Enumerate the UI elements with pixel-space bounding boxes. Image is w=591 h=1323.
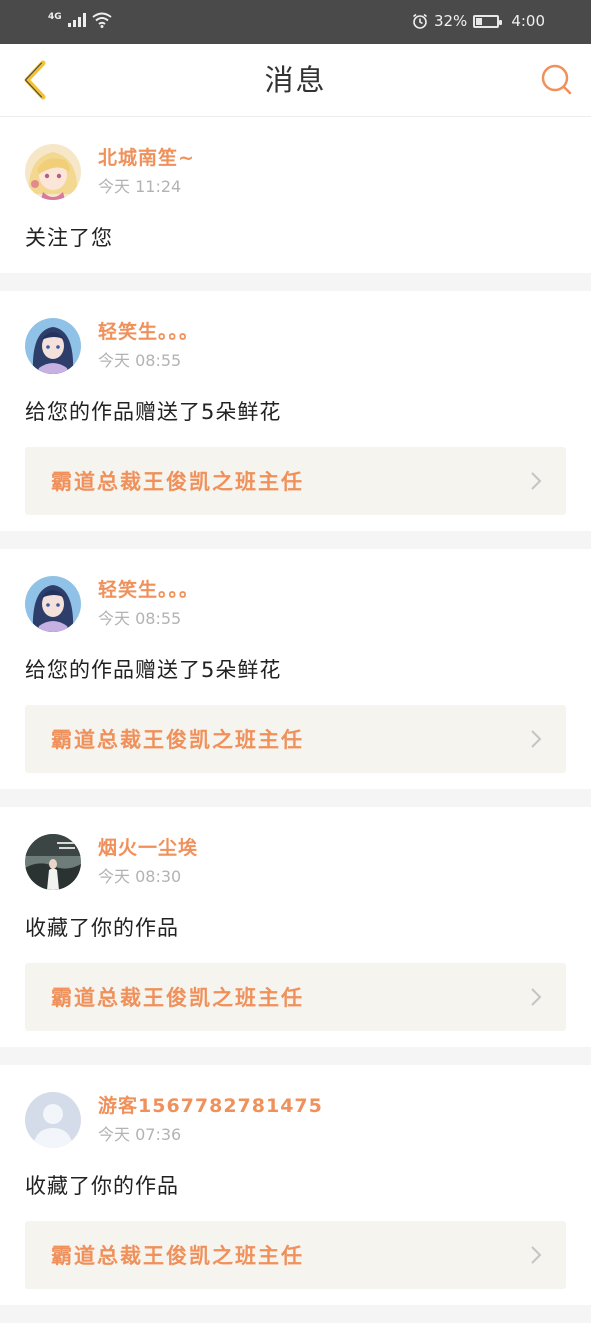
message-card[interactable]: 轻笑生。。。 今天 08:55 给您的作品赠送了5朵鲜花 霸道总裁王俊凯之班主任 <box>0 549 591 789</box>
action-text: 关注了您 <box>25 226 113 250</box>
photo-avatar[interactable] <box>25 834 81 890</box>
anime-girl-blue-avatar[interactable] <box>25 576 81 632</box>
battery-level <box>476 17 483 25</box>
nav-bar: 消息 <box>0 44 591 117</box>
anime-girl-blue-avatar[interactable] <box>25 318 81 374</box>
timestamp: 今天 07:36 <box>98 1125 182 1144</box>
message-meta: 烟火一尘埃 今天 08:30 <box>98 836 198 888</box>
message-header: 北城南笙~ 今天 11:24 <box>25 143 566 201</box>
username[interactable]: 轻笑生。。。 <box>98 578 199 602</box>
battery-percent: 32% <box>433 12 468 30</box>
timestamp: 今天 08:55 <box>98 351 182 370</box>
timestamp: 今天 08:55 <box>98 609 182 628</box>
work-link[interactable]: 霸道总裁王俊凯之班主任 <box>25 1221 566 1289</box>
action-text: 给您的作品赠送了5朵鲜花 <box>25 400 282 424</box>
status-left: 4G <box>48 12 112 28</box>
page-title: 消息 <box>264 63 327 97</box>
action-text: 收藏了你的作品 <box>25 916 179 940</box>
message-card[interactable]: 北城南笙~ 今天 11:24 关注了您 <box>0 117 591 273</box>
timestamp: 今天 08:30 <box>98 867 182 886</box>
work-title: 霸道总裁王俊凯之班主任 <box>51 728 304 752</box>
alarm-icon <box>412 13 427 29</box>
work-title: 霸道总裁王俊凯之班主任 <box>51 986 304 1010</box>
network-type: 4G <box>48 11 62 22</box>
timestamp: 今天 11:24 <box>98 177 182 196</box>
clock: 4:00 <box>511 12 545 30</box>
action-text: 收藏了你的作品 <box>25 1174 179 1198</box>
message-card[interactable]: 烟火一尘埃 今天 08:30 收藏了你的作品 霸道总裁王俊凯之班主任 <box>0 807 591 1047</box>
default-user-avatar[interactable] <box>25 1092 81 1148</box>
search-button[interactable] <box>535 58 579 102</box>
chevron-right-icon <box>531 472 542 490</box>
work-link[interactable]: 霸道总裁王俊凯之班主任 <box>25 963 566 1031</box>
status-right: 32% 4:00 <box>412 12 545 30</box>
chevron-right-icon <box>531 988 542 1006</box>
username[interactable]: 北城南笙~ <box>98 146 195 170</box>
message-header: 游客1567782781475 今天 07:36 <box>25 1091 566 1149</box>
message-header: 烟火一尘埃 今天 08:30 <box>25 833 566 891</box>
work-link[interactable]: 霸道总裁王俊凯之班主任 <box>25 705 566 773</box>
message-card[interactable]: 游客1567782781475 今天 07:36 收藏了你的作品 霸道总裁王俊凯… <box>0 1065 591 1305</box>
chevron-right-icon <box>531 1246 542 1264</box>
action-text: 给您的作品赠送了5朵鲜花 <box>25 658 282 682</box>
message-meta: 轻笑生。。。 今天 08:55 <box>98 578 199 630</box>
work-title: 霸道总裁王俊凯之班主任 <box>51 1244 304 1268</box>
message-header: 轻笑生。。。 今天 08:55 <box>25 575 566 633</box>
chevron-right-icon <box>531 730 542 748</box>
work-title: 霸道总裁王俊凯之班主任 <box>51 470 304 494</box>
message-card[interactable]: 轻笑生。。。 今天 08:55 给您的作品赠送了5朵鲜花 霸道总裁王俊凯之班主任 <box>0 291 591 531</box>
battery-icon <box>473 14 503 28</box>
message-meta: 轻笑生。。。 今天 08:55 <box>98 320 199 372</box>
username[interactable]: 游客1567782781475 <box>98 1094 323 1118</box>
username[interactable]: 轻笑生。。。 <box>98 320 199 344</box>
status-bar: 4G 32% 4:00 <box>0 0 591 44</box>
username[interactable]: 烟火一尘埃 <box>98 836 198 860</box>
search-icon <box>541 64 572 95</box>
signal-icon <box>67 13 86 27</box>
wifi-icon <box>92 12 112 28</box>
message-meta: 游客1567782781475 今天 07:36 <box>98 1094 323 1146</box>
work-link[interactable]: 霸道总裁王俊凯之班主任 <box>25 447 566 515</box>
message-header: 轻笑生。。。 今天 08:55 <box>25 317 566 375</box>
message-meta: 北城南笙~ 今天 11:24 <box>98 146 195 198</box>
anime-girl-blonde-avatar[interactable] <box>25 144 81 200</box>
message-list: 北城南笙~ 今天 11:24 关注了您 轻笑生。。。 今天 08:55 给您的作… <box>0 117 591 1323</box>
